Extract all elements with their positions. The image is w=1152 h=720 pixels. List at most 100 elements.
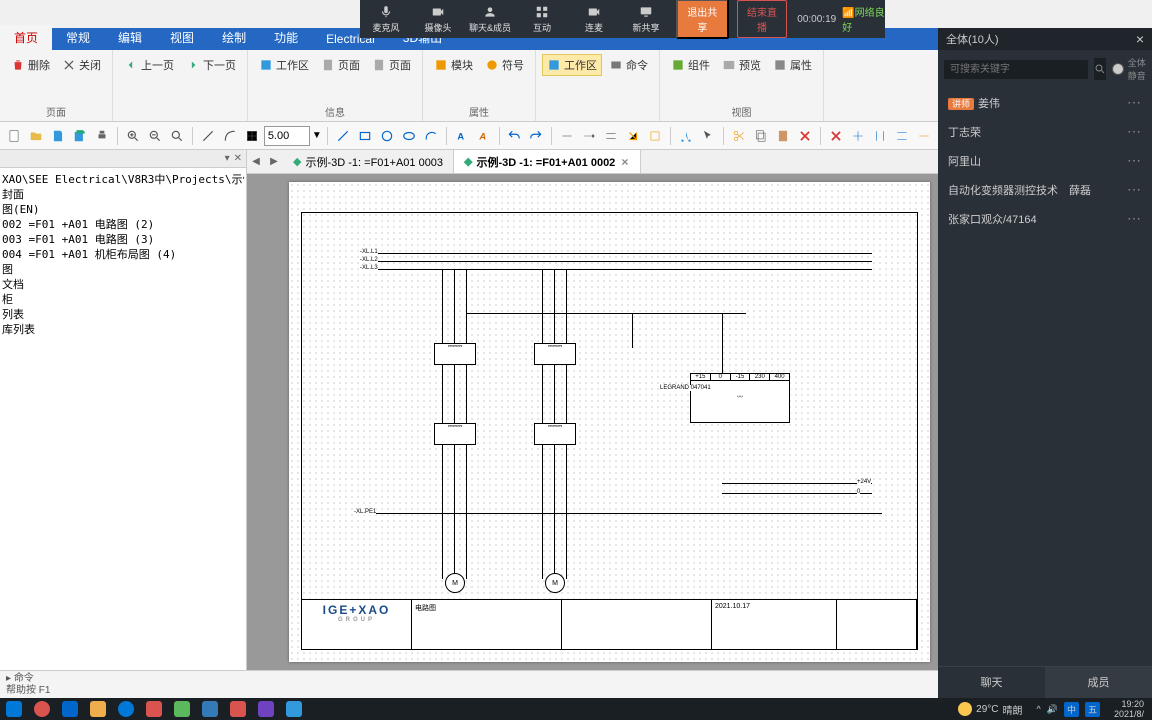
tb-grid[interactable]: [242, 125, 262, 147]
tb-zoomfit[interactable]: [167, 125, 187, 147]
participant-row[interactable]: 讲师姜伟⋯: [938, 88, 1152, 117]
btn-component[interactable]: 组件: [666, 54, 715, 76]
tree-row[interactable]: 库列表: [2, 322, 244, 337]
more-icon[interactable]: ⋯: [1127, 94, 1142, 111]
tb-redo[interactable]: [526, 125, 546, 147]
document-tab-1[interactable]: ◆示例-3D -1: =F01+A01 0002×: [454, 150, 641, 173]
more-icon[interactable]: ⋯: [1127, 181, 1142, 198]
tb-copy[interactable]: [751, 125, 771, 147]
tb-h5[interactable]: [645, 125, 665, 147]
tb-m1[interactable]: [848, 125, 868, 147]
tb-circle[interactable]: [377, 125, 397, 147]
taskbar-app[interactable]: [84, 698, 112, 720]
btn-workspace-sel[interactable]: 工作区: [542, 54, 602, 76]
tree-row[interactable]: 图: [2, 262, 244, 277]
taskbar-app[interactable]: [56, 698, 84, 720]
tb-cut[interactable]: [676, 125, 696, 147]
tb-line[interactable]: [198, 125, 218, 147]
start-button[interactable]: [0, 698, 28, 720]
taskbar-app[interactable]: [112, 698, 140, 720]
tb-saveall[interactable]: [70, 125, 90, 147]
taskbar-app[interactable]: [28, 698, 56, 720]
tb-zoomout[interactable]: [145, 125, 165, 147]
tb-h2[interactable]: [579, 125, 599, 147]
tree-row[interactable]: 图(EN): [2, 202, 244, 217]
tb-text[interactable]: A: [452, 125, 472, 147]
btn-properties[interactable]: 属性: [768, 54, 817, 76]
tb-new[interactable]: [4, 125, 24, 147]
participant-row[interactable]: 张家口观众/47164⋯: [938, 204, 1152, 233]
tb-undo[interactable]: [504, 125, 524, 147]
participants-close-icon[interactable]: ×: [1136, 31, 1144, 47]
participant-row[interactable]: 阿里山⋯: [938, 146, 1152, 175]
tree-path[interactable]: XAO\SEE Electrical\V8R3中\Projects\示例-3D …: [2, 172, 244, 187]
tb-delred[interactable]: [826, 125, 846, 147]
tb-ellipse[interactable]: [399, 125, 419, 147]
tree-row[interactable]: 003 =F01 +A01 电路图 (3): [2, 232, 244, 247]
tree-row[interactable]: 柜: [2, 292, 244, 307]
btn-next-page[interactable]: 下一页: [181, 54, 241, 76]
tb-text2[interactable]: A: [474, 125, 494, 147]
tree-close-icon[interactable]: ✕: [234, 153, 242, 164]
ribbon-tab-edit[interactable]: 编辑: [104, 25, 156, 50]
btn-module[interactable]: 模块: [429, 54, 478, 76]
weather-widget[interactable]: 29°C晴朗: [950, 702, 1030, 717]
doctab-next[interactable]: ▶: [265, 156, 283, 167]
tb-arc2[interactable]: [421, 125, 441, 147]
tb-draw-line[interactable]: [333, 125, 353, 147]
mute-all-toggle[interactable]: 全体静音: [1112, 56, 1147, 82]
participant-row[interactable]: 自动化变频器测控技术 薛磊⋯: [938, 175, 1152, 204]
tb-open[interactable]: [26, 125, 46, 147]
tb-m2[interactable]: [870, 125, 890, 147]
btn-workspace[interactable]: 工作区: [254, 54, 314, 76]
document-tab-0[interactable]: ◆示例-3D -1: =F01+A01 0003: [283, 150, 454, 173]
tb-del[interactable]: [795, 125, 815, 147]
btn-prev-page[interactable]: 上一页: [119, 54, 179, 76]
tb-select[interactable]: [698, 125, 718, 147]
tb-print[interactable]: [92, 125, 112, 147]
more-icon[interactable]: ⋯: [1127, 210, 1142, 227]
tree-row[interactable]: 文档: [2, 277, 244, 292]
meet-interact[interactable]: 互动: [516, 0, 568, 38]
participant-search-input[interactable]: [944, 60, 1088, 79]
more-icon[interactable]: ⋯: [1127, 152, 1142, 169]
tb-arc[interactable]: [220, 125, 240, 147]
system-tray[interactable]: ^🔊中五: [1030, 702, 1105, 717]
drawing-canvas[interactable]: -XL.L1 -XL.L2 -XL.L3 -XL.PE1 ⎓⎓⎓ ⎓⎓⎓ M ⎓…: [247, 174, 938, 670]
tree-row[interactable]: 封面: [2, 187, 244, 202]
participant-row[interactable]: 丁志荣⋯: [938, 117, 1152, 146]
meet-chat-members[interactable]: 聊天&成员: [464, 0, 516, 38]
btn-page-info2[interactable]: 页面: [367, 54, 416, 76]
ribbon-tab-draw[interactable]: 绘制: [208, 25, 260, 50]
btn-preview[interactable]: 预览: [717, 54, 766, 76]
zoom-field[interactable]: [264, 126, 310, 146]
tb-m3[interactable]: [892, 125, 912, 147]
footer-tab-chat[interactable]: 聊天: [938, 667, 1045, 698]
btn-close[interactable]: 关闭: [57, 54, 106, 76]
tb-scissors[interactable]: [729, 125, 749, 147]
tb-rect[interactable]: [355, 125, 375, 147]
tree-pin-icon[interactable]: ▾: [225, 153, 230, 164]
meet-newshare[interactable]: 新共享: [620, 0, 672, 38]
taskbar-app[interactable]: [196, 698, 224, 720]
ribbon-tab-view[interactable]: 视图: [156, 25, 208, 50]
taskbar-app[interactable]: [252, 698, 280, 720]
taskbar-clock[interactable]: 19:202021/8/: [1106, 699, 1152, 719]
ribbon-tab-home[interactable]: 首页: [0, 25, 52, 50]
footer-tab-members[interactable]: 成员: [1045, 667, 1152, 698]
tb-m4[interactable]: [914, 125, 934, 147]
meet-camera[interactable]: 摄像头: [412, 0, 464, 38]
taskbar-app[interactable]: [224, 698, 252, 720]
taskbar-app[interactable]: [140, 698, 168, 720]
taskbar-app[interactable]: [168, 698, 196, 720]
tb-h1[interactable]: [557, 125, 577, 147]
tree-row[interactable]: 002 =F01 +A01 电路图 (2): [2, 217, 244, 232]
exit-share-button[interactable]: 退出共享: [676, 0, 729, 39]
meet-connect[interactable]: 连麦: [568, 0, 620, 38]
end-stream-button[interactable]: 结束直播: [737, 0, 788, 38]
close-tab-icon[interactable]: ×: [619, 155, 630, 169]
ribbon-tab-func[interactable]: 功能: [260, 25, 312, 50]
tb-paste[interactable]: [773, 125, 793, 147]
more-icon[interactable]: ⋯: [1127, 123, 1142, 140]
tb-zoomin[interactable]: [123, 125, 143, 147]
